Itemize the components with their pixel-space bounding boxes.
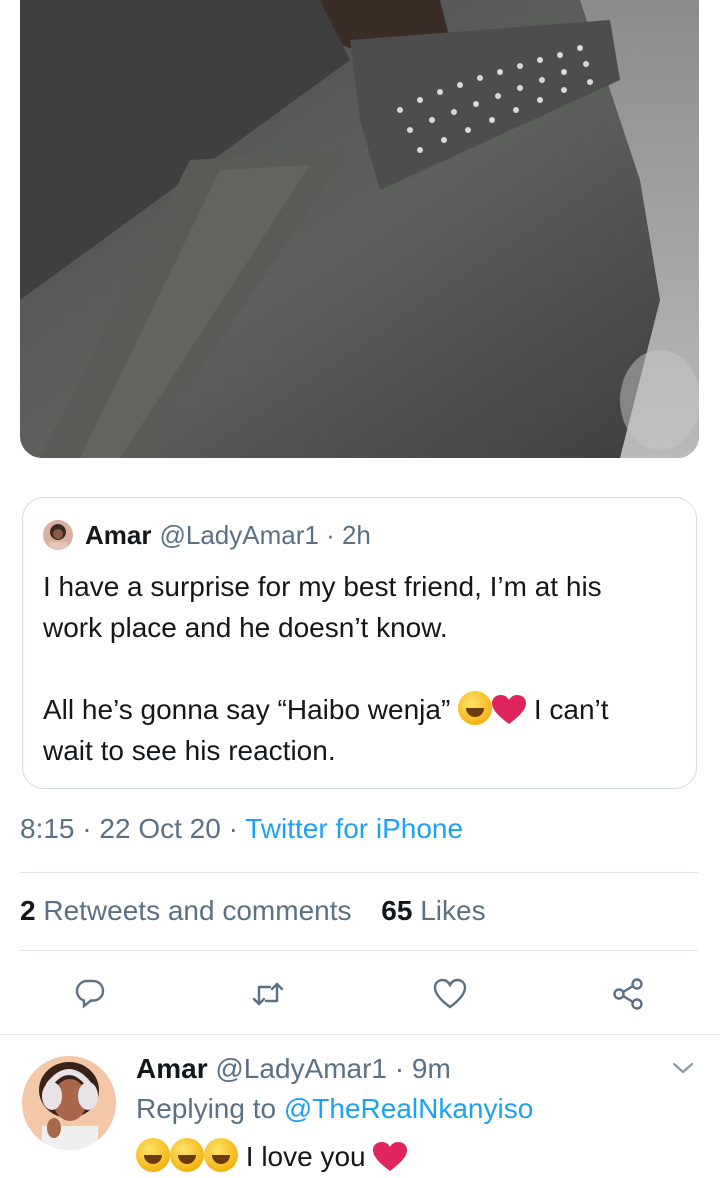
tweet-photo[interactable] (20, 0, 699, 458)
retweets-stat[interactable]: 2 Retweets and comments (20, 895, 352, 926)
reply-tweet[interactable]: Amar @LadyAmar1 · 9m Replying to @TheRea… (0, 1035, 720, 1178)
quoted-author-name[interactable]: Amar (85, 520, 151, 551)
like-icon (433, 978, 467, 1009)
reply-text-content: I love you (245, 1141, 366, 1172)
retweets-label: Retweets and comments (43, 895, 352, 926)
quoted-time: 2h (341, 519, 371, 550)
quoted-tweet-text: I have a surprise for my best friend, I’… (43, 566, 663, 771)
quoted-tweet-header: Amar @LadyAmar1 · 2h (43, 518, 371, 552)
tweet-time: 8:15 (20, 813, 75, 844)
like-button[interactable] (428, 972, 472, 1016)
quoted-handle-text: @LadyAmar1 (159, 519, 319, 550)
red-heart-emoji-icon (373, 1142, 408, 1171)
share-icon (613, 978, 643, 1010)
reply-author-avatar[interactable] (22, 1056, 116, 1150)
likes-stat[interactable]: 65 Likes (381, 895, 485, 926)
replying-to-mention[interactable]: @TheRealNkanyiso (284, 1093, 533, 1124)
reply-text: I love you (136, 1138, 408, 1173)
reply-author-name[interactable]: Amar (136, 1053, 208, 1084)
reply-icon (75, 979, 105, 1009)
tweet-actions-bar (0, 972, 720, 1016)
red-heart-emoji-icon (492, 695, 527, 724)
reply-handle-text: @LadyAmar1 (215, 1053, 387, 1084)
quoted-text-paragraph-1: I have a surprise for my best friend, I’… (43, 571, 602, 643)
laughing-emoji-icon (458, 691, 493, 725)
reply-author-handle: @LadyAmar1 · 9m (215, 1053, 451, 1084)
tweet-stats: 2 Retweets and comments 65 Likes (20, 895, 486, 927)
chevron-down-icon[interactable] (670, 1059, 696, 1077)
tweet-date: 22 Oct 20 (99, 813, 221, 844)
laughing-emoji-icon (136, 1138, 170, 1172)
divider (20, 950, 698, 951)
quoted-tweet-card[interactable]: Amar @LadyAmar1 · 2h I have a surprise f… (22, 497, 697, 789)
reply-time: 9m (411, 1053, 451, 1084)
retweets-count: 2 (20, 895, 36, 926)
share-button[interactable] (606, 972, 650, 1016)
retweet-icon (252, 982, 284, 1006)
reply-header: Amar @LadyAmar1 · 9m (136, 1053, 451, 1085)
laughing-emoji-icon (170, 1138, 204, 1172)
tweet-meta: 8:15 · 22 Oct 20 · Twitter for iPhone (20, 813, 464, 844)
replying-to-prefix: Replying to (136, 1093, 277, 1124)
reply-button[interactable] (68, 972, 112, 1016)
quoted-text-paragraph-2: All he’s gonna say “Haibo wenja” I can’t… (43, 689, 663, 771)
quoted-text-part-1: All he’s gonna say “Haibo wenja” (43, 694, 451, 725)
laughing-emoji-icon (204, 1138, 238, 1172)
retweet-button[interactable] (246, 972, 290, 1016)
likes-count: 65 (381, 895, 413, 926)
divider (20, 872, 698, 873)
quoted-author-avatar[interactable] (43, 520, 73, 550)
tweet-source-link[interactable]: Twitter for iPhone (245, 813, 463, 844)
likes-label: Likes (420, 895, 486, 926)
replying-to-line: Replying to @TheRealNkanyiso (136, 1093, 533, 1125)
quoted-author-handle: @LadyAmar1 · 2h (159, 519, 371, 550)
